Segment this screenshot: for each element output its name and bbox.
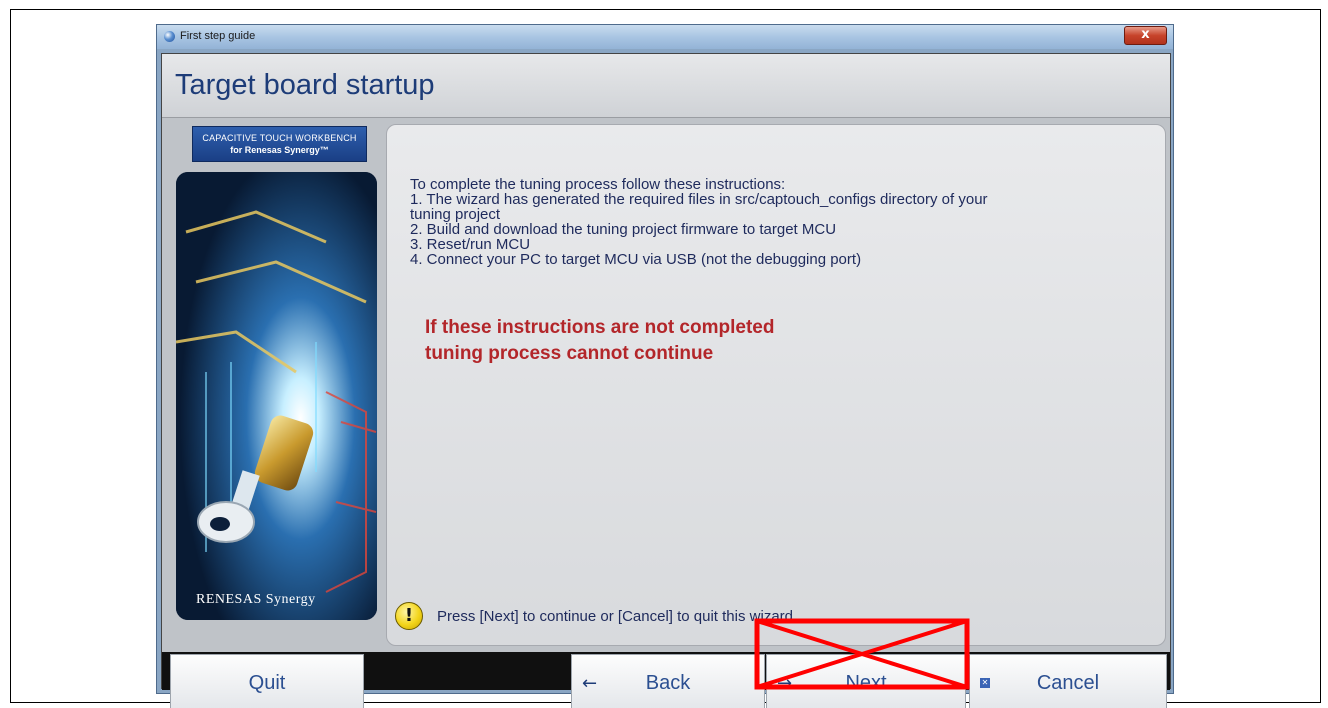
hint-row: ! Press [Next] to continue or [Cancel] t… [395,601,797,631]
wizard-window: First step guide x Target board startup … [156,24,1174,708]
back-arrow-icon: ← [582,672,598,694]
close-button[interactable]: x [1124,26,1167,45]
instruction-panel: To complete the tuning process follow th… [386,124,1166,646]
instruction-line: tuning project [410,206,501,223]
cancel-x-icon: ✕ [980,678,990,688]
warning-icon: ! [395,602,423,630]
banner-line1: CAPACITIVE TOUCH WORKBENCH [202,133,357,143]
close-icon: x [1141,27,1150,42]
side-artwork: RENESAS Synergy [176,172,377,620]
app-globe-icon [164,31,175,42]
window-title: First step guide [180,30,256,42]
instruction-line: 4. Connect your PC to target MCU via USB… [410,251,862,268]
banner-line2: for Renesas Synergy™ [230,145,329,155]
instruction-line: 2. Build and download the tuning project… [410,221,837,238]
instruction-line: 1. The wizard has generated the required… [410,191,988,208]
warning-message: If these instructions are not completed … [425,315,774,367]
next-crossed-out-annotation [754,618,970,690]
warning-line1: If these instructions are not completed [425,317,775,338]
instruction-line: 3. Reset/run MCU [410,236,531,253]
side-artwork-svg [176,172,377,620]
quit-button[interactable]: Quit [170,654,364,708]
product-banner: CAPACITIVE TOUCH WORKBENCH for Renesas S… [192,126,367,162]
cancel-label: Cancel [1036,671,1100,694]
quit-label: Quit [248,671,286,694]
wizard-content: Target board startup CAPACITIVE TOUCH WO… [161,53,1171,708]
renesas-synergy-logo: RENESAS Synergy [196,592,316,607]
button-bar: Quit ← Back → Next ✕ Cancel [162,652,1170,708]
header-band: Target board startup [162,54,1170,118]
title-bar[interactable]: First step guide x [157,25,1173,49]
instruction-line: To complete the tuning process follow th… [410,176,786,193]
back-button[interactable]: ← Back [571,654,765,708]
warning-line2: tuning process cannot continue [425,343,714,364]
page-title: Target board startup [175,69,435,101]
back-label: Back [645,671,691,694]
hint-text: Press [Next] to continue or [Cancel] to … [437,607,798,625]
instruction-list: To complete the tuning process follow th… [410,177,1150,267]
cancel-button[interactable]: ✕ Cancel [969,654,1167,708]
